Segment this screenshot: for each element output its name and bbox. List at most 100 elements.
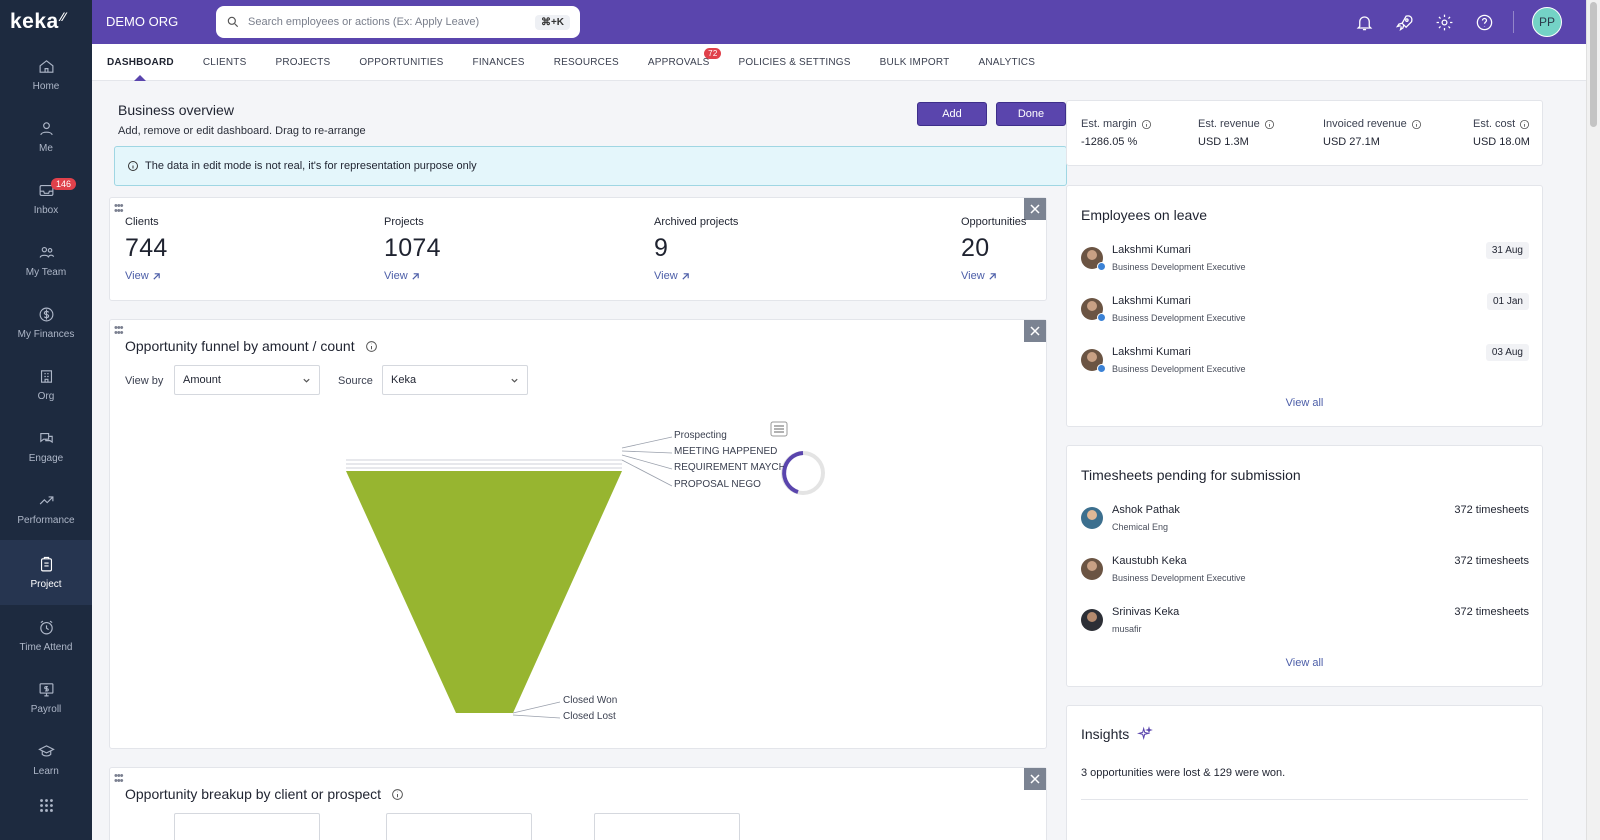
sidebar-item-label: Performance bbox=[17, 515, 75, 526]
stat-label: Projects bbox=[384, 216, 424, 228]
view-archived-link[interactable]: View bbox=[654, 270, 738, 282]
metric-value: USD 18.0M bbox=[1473, 136, 1530, 148]
breakup-filter-select[interactable] bbox=[386, 813, 532, 840]
list-item[interactable]: Lakshmi Kumari Business Development Exec… bbox=[1081, 344, 1529, 382]
funnel-shape[interactable] bbox=[346, 471, 622, 713]
help-button[interactable] bbox=[1473, 11, 1495, 33]
funnel-leader-lines-top bbox=[621, 436, 673, 487]
avatar bbox=[1081, 507, 1103, 529]
list-item[interactable]: Ashok Pathak Chemical Eng 372 timesheets bbox=[1081, 504, 1529, 540]
scroll-thumb[interactable] bbox=[1590, 2, 1597, 127]
tab-opportunities[interactable]: OPPORTUNITIES bbox=[359, 44, 443, 81]
top-icons: PP bbox=[1353, 0, 1562, 44]
info-icon[interactable] bbox=[391, 788, 404, 801]
sidebar-item-engage[interactable]: Engage bbox=[0, 416, 92, 478]
stat-opportunities: Opportunities 20 View bbox=[961, 216, 1026, 282]
sidebar-item-project[interactable]: Project bbox=[0, 540, 92, 605]
done-button[interactable]: Done bbox=[996, 102, 1066, 126]
link-text: View bbox=[654, 270, 678, 282]
list-item[interactable]: Lakshmi Kumari Business Development Exec… bbox=[1081, 293, 1529, 331]
stat-clients: Clients 744 View bbox=[125, 216, 168, 282]
quick-launch-button[interactable] bbox=[1393, 11, 1415, 33]
metric-invoiced-revenue: Invoiced revenue USD 27.1M bbox=[1323, 118, 1422, 148]
breakup-filter-select[interactable] bbox=[174, 813, 320, 840]
sidebar-item-more[interactable] bbox=[0, 791, 92, 825]
metric-label-text: Est. revenue bbox=[1198, 118, 1260, 130]
scrollbar[interactable] bbox=[1586, 0, 1600, 840]
timesheet-count: 372 timesheets bbox=[1454, 555, 1529, 567]
rocket-icon bbox=[1395, 14, 1412, 31]
metric-label-text: Est. margin bbox=[1081, 118, 1137, 130]
sidebar-item-me[interactable]: Me bbox=[0, 106, 92, 168]
close-card-button[interactable] bbox=[1024, 768, 1046, 790]
notifications-button[interactable] bbox=[1353, 11, 1375, 33]
top-bar: DEMO ORG ⌘+K PP bbox=[92, 0, 1600, 44]
user-avatar[interactable]: PP bbox=[1532, 7, 1562, 37]
org-name[interactable]: DEMO ORG bbox=[106, 14, 178, 29]
bell-icon bbox=[1356, 15, 1372, 30]
view-all-leave-link[interactable]: View all bbox=[1067, 397, 1542, 409]
user-icon bbox=[39, 122, 53, 136]
stat-projects: Projects 1074 View bbox=[384, 216, 441, 282]
drag-handle-icon[interactable]: ••• ••• bbox=[114, 771, 124, 787]
keka-logo[interactable]: keka ⁄⁄ bbox=[0, 0, 92, 44]
help-icon bbox=[1476, 14, 1492, 30]
logo-text: keka bbox=[10, 10, 59, 33]
sidebar-item-home[interactable]: Home bbox=[0, 44, 92, 106]
info-banner: The data in edit mode is not real, it's … bbox=[114, 146, 1067, 186]
metric-est-cost: Est. cost USD 18.0M bbox=[1473, 118, 1530, 148]
sidebar-item-performance[interactable]: Performance bbox=[0, 478, 92, 540]
add-button[interactable]: Add bbox=[917, 102, 987, 126]
sidebar-item-my-finances[interactable]: My Finances bbox=[0, 292, 92, 354]
metric-value: USD 27.1M bbox=[1323, 136, 1380, 148]
sidebar-item-inbox[interactable]: 146 Inbox bbox=[0, 168, 92, 230]
metric-label: Est. cost bbox=[1473, 118, 1530, 130]
info-icon[interactable] bbox=[1264, 119, 1275, 130]
close-card-button[interactable] bbox=[1024, 198, 1046, 220]
list-item[interactable]: Lakshmi Kumari Business Development Exec… bbox=[1081, 242, 1529, 280]
timesheets-card: Timesheets pending for submission Ashok … bbox=[1066, 445, 1543, 687]
tab-finances[interactable]: FINANCES bbox=[473, 44, 525, 81]
close-icon bbox=[1030, 204, 1040, 214]
breakup-filter-select[interactable] bbox=[594, 813, 740, 840]
funnel-card: ••• ••• Opportunity funnel by amount / co… bbox=[109, 319, 1047, 749]
sidebar-item-label: My Team bbox=[25, 267, 67, 278]
search-box[interactable]: ⌘+K bbox=[216, 6, 580, 38]
status-dot bbox=[1097, 262, 1106, 271]
tab-resources[interactable]: RESOURCES bbox=[554, 44, 619, 81]
sidebar-item-my-team[interactable]: My Team bbox=[0, 230, 92, 292]
sidebar-item-payroll[interactable]: Payroll bbox=[0, 667, 92, 729]
settings-button[interactable] bbox=[1433, 11, 1455, 33]
status-dot bbox=[1097, 313, 1106, 322]
sidebar-item-label: Payroll bbox=[30, 704, 62, 715]
metric-label-text: Invoiced revenue bbox=[1323, 118, 1407, 130]
view-all-timesheets-link[interactable]: View all bbox=[1067, 657, 1542, 669]
funnel-leader-lines-bottom bbox=[512, 701, 561, 719]
info-icon[interactable] bbox=[1519, 119, 1530, 130]
view-clients-link[interactable]: View bbox=[125, 270, 168, 282]
tab-projects[interactable]: PROJECTS bbox=[275, 44, 330, 81]
sidebar-item-time-attend[interactable]: Time Attend bbox=[0, 605, 92, 667]
list-item[interactable]: Srinivas Keka musafir 372 timesheets bbox=[1081, 606, 1529, 642]
view-projects-link[interactable]: View bbox=[384, 270, 441, 282]
info-icon[interactable] bbox=[1411, 119, 1422, 130]
tab-dashboard[interactable]: DASHBOARD bbox=[107, 44, 174, 81]
tab-clients[interactable]: CLIENTS bbox=[203, 44, 247, 81]
stat-label: Archived projects bbox=[654, 216, 739, 228]
sidebar-item-learn[interactable]: Learn bbox=[0, 729, 92, 791]
list-item[interactable]: Kaustubh Keka Business Development Execu… bbox=[1081, 555, 1529, 591]
view-opportunities-link[interactable]: View bbox=[961, 270, 1026, 282]
funnel-label-closed-won: Closed Won bbox=[563, 695, 618, 706]
funnel-label-prospecting: Prospecting bbox=[674, 430, 727, 441]
timesheets-title: Timesheets pending for submission bbox=[1081, 467, 1301, 483]
tab-policies-settings[interactable]: POLICIES & SETTINGS bbox=[738, 44, 850, 81]
tab-bulk-import[interactable]: BULK IMPORT bbox=[880, 44, 950, 81]
metric-label: Est. revenue bbox=[1198, 118, 1275, 130]
tab-analytics[interactable]: ANALYTICS bbox=[978, 44, 1035, 81]
sidebar-item-org[interactable]: Org bbox=[0, 354, 92, 416]
info-icon[interactable] bbox=[1141, 119, 1152, 130]
tab-approvals[interactable]: APPROVALS 72 bbox=[648, 44, 722, 81]
status-dot bbox=[1097, 364, 1106, 373]
search-input[interactable] bbox=[248, 16, 535, 28]
drag-handle-icon[interactable]: ••• ••• bbox=[114, 201, 124, 217]
